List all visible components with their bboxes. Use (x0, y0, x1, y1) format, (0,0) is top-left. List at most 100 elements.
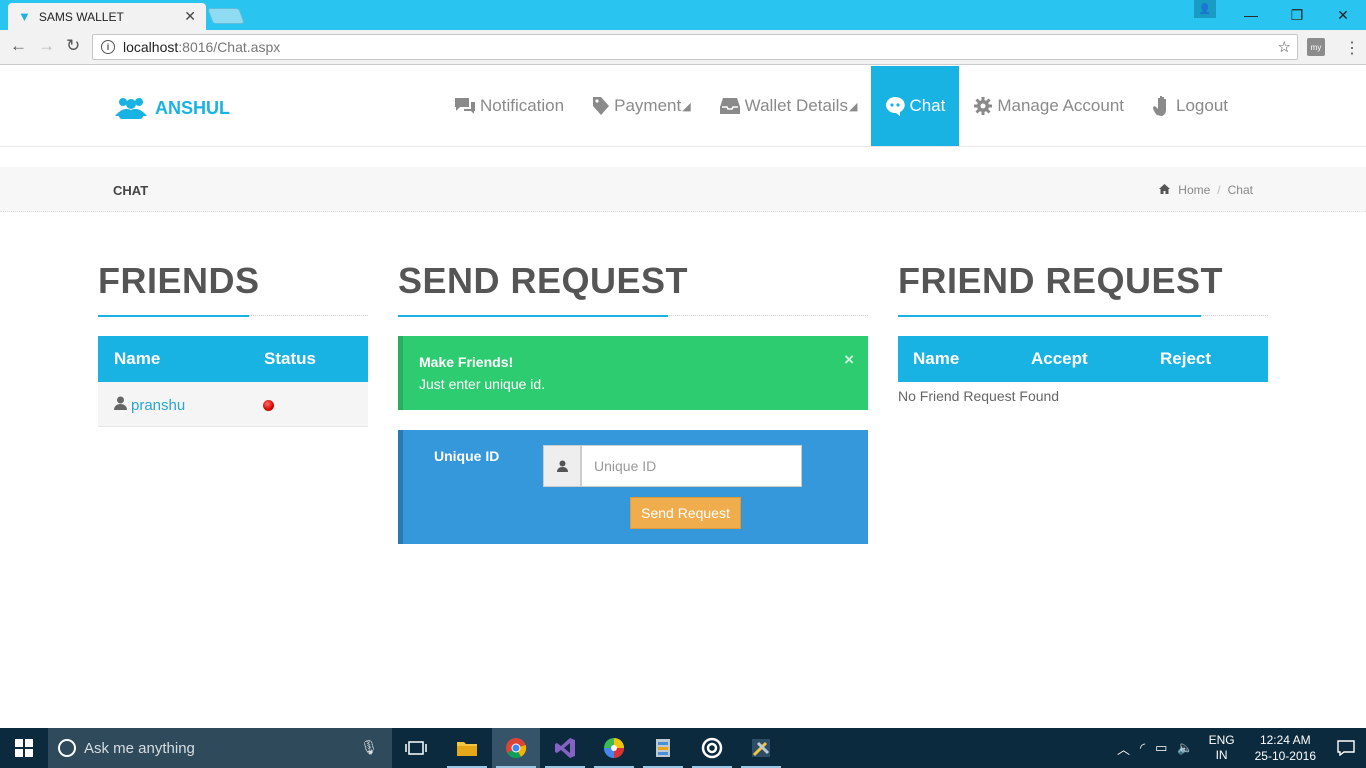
extension-icon[interactable]: my (1307, 38, 1325, 56)
cortana-icon (58, 739, 76, 757)
tab-title: SAMS WALLET (38, 9, 124, 24)
send-request-button[interactable]: Send Request (630, 497, 741, 529)
volume-icon[interactable]: 🔈 (1177, 740, 1193, 756)
microphone-icon[interactable]: 🎙 (360, 739, 378, 756)
users-icon (115, 98, 147, 119)
task-view-button[interactable] (392, 728, 440, 768)
nav-payment-label: Payment (614, 96, 682, 115)
main-nav: Notification Payment ◢ Wallet Details ◢ Ch… (440, 66, 1242, 146)
restore-button[interactable]: ❐ (1274, 0, 1320, 30)
menu-kebab-icon[interactable]: ⋮ (1344, 38, 1360, 58)
nav-manage-account[interactable]: Manage Account (959, 66, 1138, 146)
friends-title: FRIENDS (98, 260, 260, 301)
alert-close-icon[interactable]: × (844, 350, 854, 370)
friend-name-link[interactable]: pranshu (114, 396, 185, 414)
windows-logo-icon (15, 739, 33, 757)
col-status: Status (264, 349, 316, 368)
friends-table-header: Name Status (98, 336, 368, 382)
nav-notification[interactable]: Notification (440, 66, 578, 146)
user-icon (114, 396, 127, 414)
friends-title-underline (98, 315, 249, 317)
close-window-button[interactable]: ✕ (1320, 0, 1366, 30)
forward-icon[interactable]: → (38, 36, 55, 56)
chevron-up-icon[interactable]: ︿ (1117, 739, 1130, 758)
friend-request-table-header: Name Accept Reject (898, 336, 1268, 382)
wallet-favicon-icon: ▼ (18, 9, 31, 24)
breadcrumb-bar: CHAT Home / Chat (0, 167, 1366, 212)
make-friends-alert: Make Friends! Just enter unique id. × (398, 336, 868, 410)
server-icon (656, 739, 670, 757)
nav-payment[interactable]: Payment ◢ (578, 66, 705, 146)
friend-request-title-underline (898, 315, 1201, 317)
bookmark-star-icon[interactable]: ☆ (1278, 38, 1291, 56)
nav-logout-label: Logout (1176, 96, 1229, 115)
send-request-title-underline (398, 315, 668, 317)
col-name: Name (114, 349, 161, 368)
offline-status-icon (263, 400, 274, 411)
notification-icon (1337, 740, 1355, 756)
visual-studio-icon (555, 738, 575, 758)
site-header: ANSHUL Notification Payment ◢ Wallet Deta… (0, 66, 1366, 147)
action-center-button[interactable] (1326, 740, 1366, 756)
nav-logout[interactable]: Logout (1138, 66, 1242, 146)
cortana-search[interactable]: Ask me anything 🎙 (48, 728, 392, 768)
chrome-icon (506, 738, 527, 759)
nav-chat-label: Chat (909, 96, 946, 115)
chat-bubble-icon (885, 96, 906, 116)
tab-close-icon[interactable]: ✕ (184, 8, 196, 25)
search-placeholder: Ask me anything (84, 739, 195, 757)
clock-date: 25-10-2016 (1254, 749, 1316, 763)
friend-name: pranshu (131, 396, 186, 414)
col-accept: Accept (1031, 349, 1088, 368)
comments-icon (454, 97, 476, 115)
nav-wallet-details[interactable]: Wallet Details ◢ (705, 66, 872, 146)
nav-wallet-details-label: Wallet Details (744, 96, 848, 115)
site-info-icon[interactable]: i (101, 40, 115, 54)
tag-icon (592, 96, 610, 116)
visual-studio-button[interactable] (541, 728, 589, 768)
clock-time: 12:24 AM (1259, 733, 1311, 747)
hand-icon (1152, 95, 1172, 117)
unique-id-input[interactable] (581, 445, 802, 487)
battery-icon[interactable]: ▭ (1155, 740, 1167, 756)
photos-app-button[interactable] (590, 728, 638, 768)
target-icon (701, 737, 723, 759)
friend-request-title: FRIEND REQUEST (898, 260, 1224, 301)
minimize-button[interactable]: — (1228, 0, 1274, 30)
target-app-button[interactable] (688, 728, 736, 768)
caret-down-icon: ◢ (682, 100, 691, 113)
start-button[interactable] (0, 728, 48, 768)
file-explorer-button[interactable] (443, 728, 491, 768)
send-request-title: SEND REQUEST (398, 260, 689, 301)
profile-icon[interactable]: 👤 (1194, 0, 1216, 18)
nav-manage-account-label: Manage Account (997, 96, 1125, 115)
url-path: :8016/Chat.aspx (178, 39, 281, 55)
folder-icon (457, 742, 477, 756)
reload-icon[interactable]: ↻ (66, 36, 80, 56)
clock[interactable]: 12:24 AM 25-10-2016 (1255, 732, 1316, 764)
caret-down-icon: ◢ (848, 100, 858, 113)
server-app-button[interactable] (639, 728, 687, 768)
table-row: pranshu (98, 382, 368, 427)
window-controls: 👤 — ❐ ✕ (1182, 0, 1366, 30)
home-icon (1159, 183, 1171, 197)
wifi-icon[interactable]: ◜ (1140, 740, 1145, 756)
breadcrumb-home[interactable]: Home (1178, 183, 1210, 197)
chrome-button[interactable] (492, 728, 540, 768)
back-icon[interactable]: ← (10, 36, 27, 56)
breadcrumb-separator: / (1217, 183, 1221, 197)
breadcrumb-current: Chat (1227, 183, 1253, 197)
alert-message: Just enter unique id. (419, 376, 546, 392)
browser-tab[interactable]: ▼ SAMS WALLET ✕ (8, 3, 206, 30)
language-indicator[interactable]: ENG IN (1209, 733, 1235, 763)
user-icon (543, 445, 581, 487)
breadcrumb: Home / Chat (1159, 183, 1253, 197)
new-tab-button[interactable] (207, 8, 245, 24)
brand-logo[interactable]: ANSHUL (113, 96, 230, 120)
nav-chat[interactable]: Chat (871, 66, 960, 146)
browser-tab-bar: ▼ SAMS WALLET ✕ 👤 — ❐ ✕ (0, 0, 1366, 30)
no-friend-request-message: No Friend Request Found (898, 388, 1060, 404)
url-bar[interactable]: i localhost:8016/Chat.aspx ☆ (92, 34, 1298, 60)
system-tray: ︿ ◜ ▭ 🔈 ENG IN 12:24 AM 25-10-2016 (1112, 728, 1366, 768)
tools-app-button[interactable] (737, 728, 785, 768)
